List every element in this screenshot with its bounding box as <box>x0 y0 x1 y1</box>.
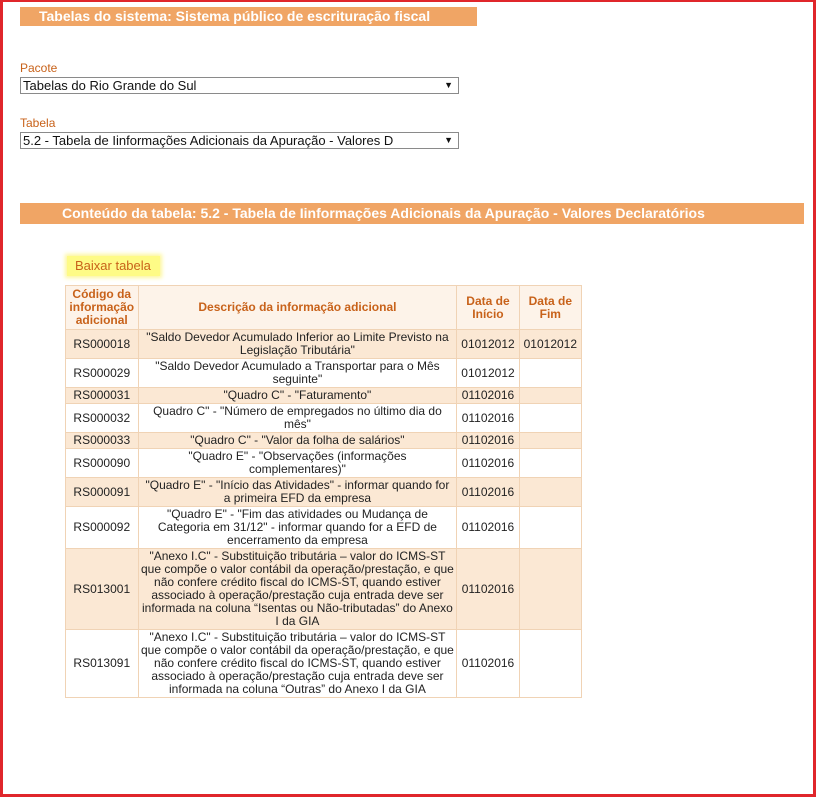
cell-code: RS013091 <box>65 629 139 698</box>
cell-code: RS000092 <box>65 506 139 549</box>
cell-end-date <box>518 403 583 433</box>
cell-end-date <box>518 548 583 630</box>
info-table: Código da informação adicional Descrição… <box>65 285 583 698</box>
column-header-code: Código da informação adicional <box>65 285 139 330</box>
cell-description: "Quadro C" - "Valor da folha de salários… <box>137 432 458 449</box>
dropdown-arrow-icon: ▼ <box>444 80 453 90</box>
dropdown-arrow-icon: ▼ <box>444 135 453 145</box>
cell-end-date <box>518 477 583 507</box>
cell-end-date <box>518 448 583 478</box>
cell-description: "Anexo I.C" - Substituição tributária – … <box>137 548 458 630</box>
column-header-start-date: Data de Início <box>456 285 520 330</box>
cell-code: RS000032 <box>65 403 139 433</box>
cell-start-date: 01102016 <box>456 548 520 630</box>
cell-code: RS000090 <box>65 448 139 478</box>
tabela-label: Tabela <box>20 116 56 130</box>
cell-description: "Saldo Devedor Acumulado a Transportar p… <box>137 358 458 388</box>
cell-description: "Anexo I.C" - Substituição tributária – … <box>137 629 458 698</box>
column-header-description: Descrição da informação adicional <box>137 285 458 330</box>
cell-end-date <box>518 358 583 388</box>
cell-start-date: 01102016 <box>456 432 520 449</box>
cell-code: RS000029 <box>65 358 139 388</box>
cell-code: RS013001 <box>65 548 139 630</box>
cell-code: RS000091 <box>65 477 139 507</box>
window-border-top <box>0 0 816 2</box>
tabela-select[interactable]: 5.2 - Tabela de Iinformações Adicionais … <box>20 132 459 149</box>
table-row: RS013001 "Anexo I.C" - Substituição trib… <box>65 548 583 630</box>
table-header-row: Código da informação adicional Descrição… <box>65 285 583 330</box>
table-row: RS000033 "Quadro C" - "Valor da folha de… <box>65 432 583 449</box>
cell-description: "Quadro E" - "Fim das atividades ou Muda… <box>137 506 458 549</box>
table-row: RS000018 "Saldo Devedor Acumulado Inferi… <box>65 329 583 359</box>
cell-description: "Quadro E" - "Observações (informações c… <box>137 448 458 478</box>
cell-start-date: 01102016 <box>456 403 520 433</box>
table-row: RS000091 "Quadro E" - "Início das Ativid… <box>65 477 583 507</box>
cell-start-date: 01102016 <box>456 629 520 698</box>
cell-code: RS000031 <box>65 387 139 404</box>
cell-start-date: 01012012 <box>456 358 520 388</box>
table-row: RS000031 "Quadro C" - "Faturamento" 0110… <box>65 387 583 404</box>
cell-description: "Quadro E" - "Início das Atividades" - i… <box>137 477 458 507</box>
cell-end-date <box>518 432 583 449</box>
cell-description: Quadro C" - "Número de empregados no últ… <box>137 403 458 433</box>
table-row: RS000092 "Quadro E" - "Fim das atividade… <box>65 506 583 549</box>
table-row: RS013091 "Anexo I.C" - Substituição trib… <box>65 629 583 698</box>
cell-code: RS000033 <box>65 432 139 449</box>
table-row: RS000029 "Saldo Devedor Acumulado a Tran… <box>65 358 583 388</box>
column-header-end-date: Data de Fim <box>518 285 583 330</box>
system-tables-header: Tabelas do sistema: Sistema público de e… <box>20 7 477 26</box>
cell-description: "Saldo Devedor Acumulado Inferior ao Lim… <box>137 329 458 359</box>
table-row: RS000090 "Quadro E" - "Observações (info… <box>65 448 583 478</box>
table-row: RS000032 Quadro C" - "Número de empregad… <box>65 403 583 433</box>
pacote-label: Pacote <box>20 61 58 75</box>
cell-start-date: 01102016 <box>456 477 520 507</box>
cell-start-date: 01102016 <box>456 448 520 478</box>
table-content-header: Conteúdo da tabela: 5.2 - Tabela de Iinf… <box>20 203 804 224</box>
cell-end-date <box>518 629 583 698</box>
cell-end-date <box>518 506 583 549</box>
tabela-select-value: 5.2 - Tabela de Iinformações Adicionais … <box>23 133 394 148</box>
pacote-select[interactable]: Tabelas do Rio Grande do Sul ▼ <box>20 77 459 94</box>
cell-end-date <box>518 387 583 404</box>
cell-description: "Quadro C" - "Faturamento" <box>137 387 458 404</box>
cell-start-date: 01012012 <box>456 329 520 359</box>
cell-start-date: 01102016 <box>456 387 520 404</box>
cell-code: RS000018 <box>65 329 139 359</box>
download-table-button[interactable]: Baixar tabela <box>67 256 160 276</box>
pacote-select-value: Tabelas do Rio Grande do Sul <box>23 78 197 93</box>
cell-end-date: 01012012 <box>518 329 583 359</box>
cell-start-date: 01102016 <box>456 506 520 549</box>
